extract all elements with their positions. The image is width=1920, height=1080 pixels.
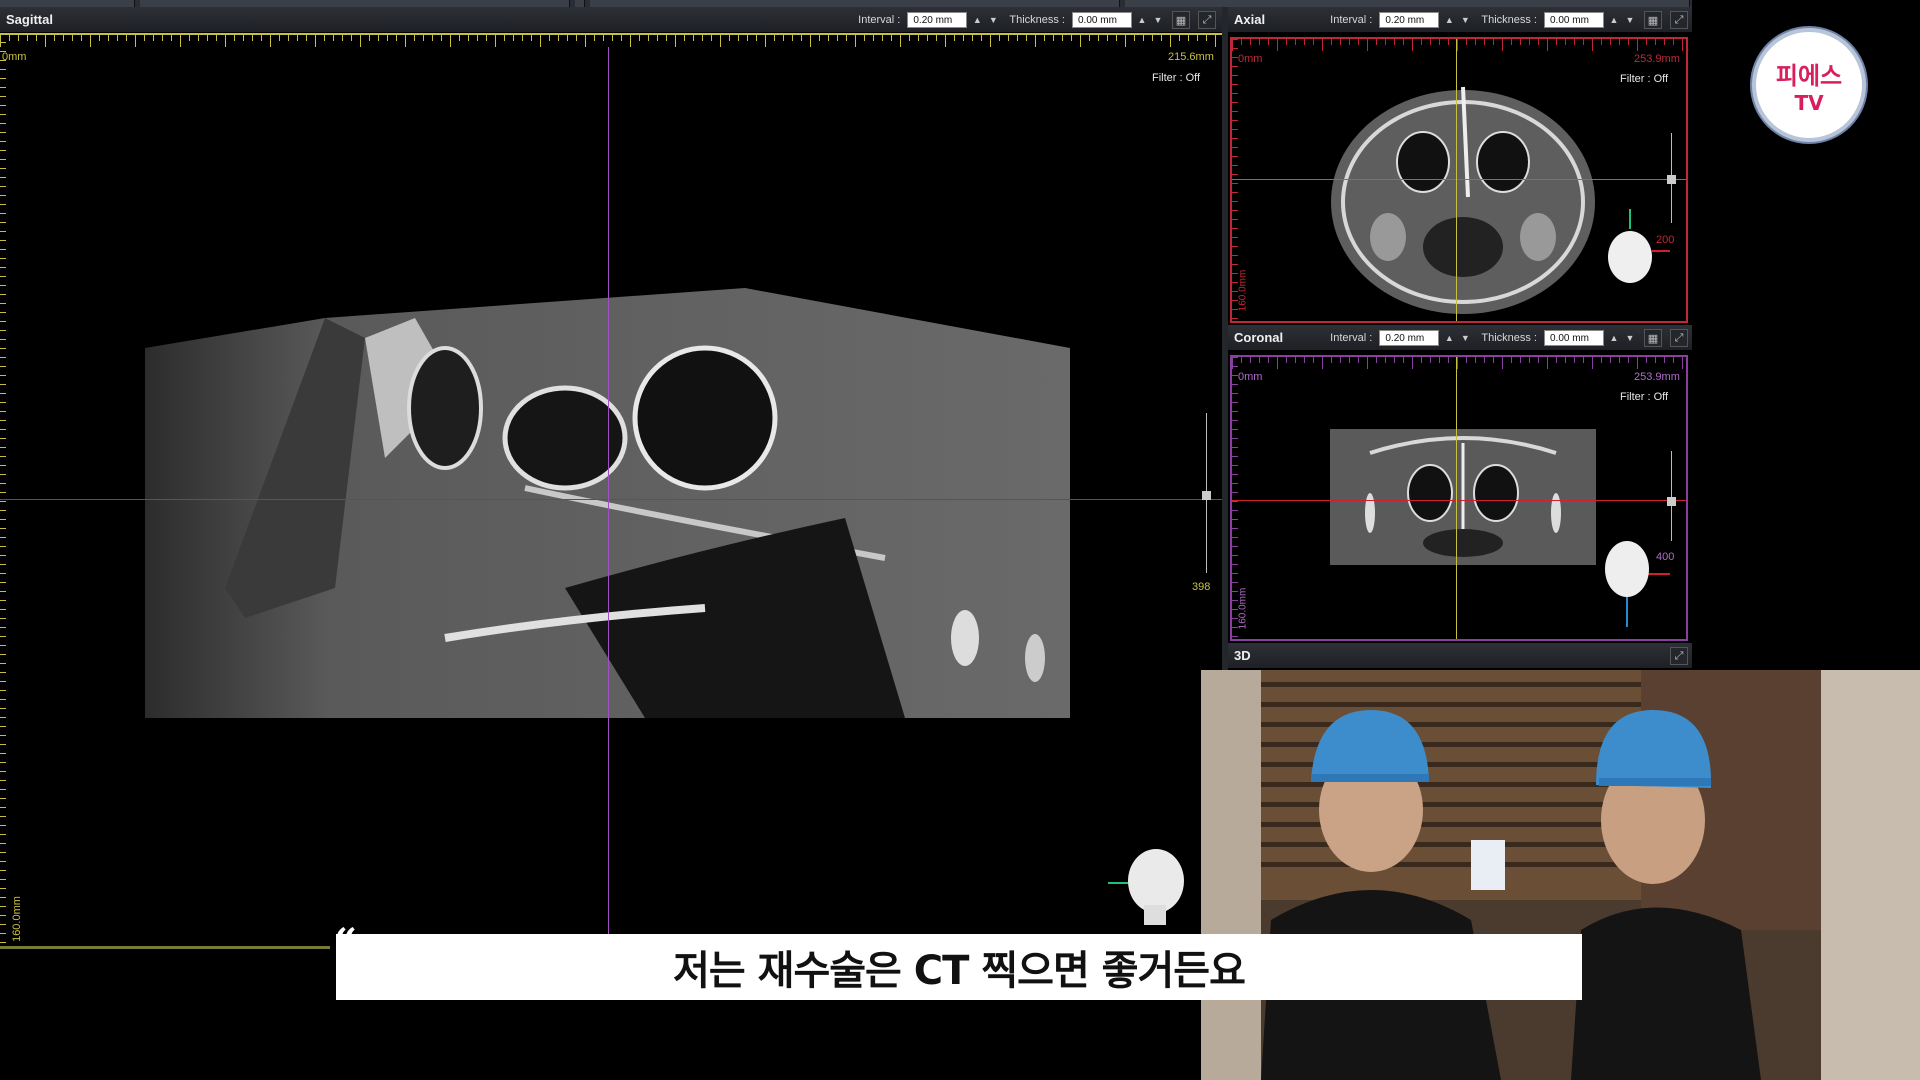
maximize-icon[interactable]: ⤢ (1670, 329, 1688, 347)
spin-up-icon[interactable]: ▲ (1608, 12, 1620, 28)
scale-start-label: 0mm (2, 51, 27, 63)
scale-end-label: 215.6mm (1168, 51, 1214, 63)
coronal-crosshair-horizontal (1232, 500, 1686, 501)
scale-side-label: 160.0mm (1237, 587, 1249, 630)
grid-icon[interactable]: ▦ (1644, 329, 1662, 347)
thickness-label: Thickness : (1481, 332, 1537, 344)
interval-input[interactable]: 0.20 mm (1379, 330, 1440, 346)
filter-status: Filter : Off (1620, 73, 1669, 85)
thickness-input[interactable]: 0.00 mm (1072, 12, 1132, 28)
three-d-controls: ⤢ (1666, 643, 1688, 669)
sagittal-crosshair-vertical (608, 47, 609, 947)
three-d-title: 3D (1234, 648, 1251, 663)
sagittal-header: Sagittal Interval : 0.20 mm ▲ ▼ Thicknes… (0, 7, 1222, 33)
sagittal-title: Sagittal (6, 12, 53, 27)
axial-ct-image (1331, 86, 1595, 314)
channel-logo: 피에스 TV (1752, 28, 1866, 142)
webcam-scene (1201, 670, 1920, 1080)
sagittal-panel[interactable]: Sagittal Interval : 0.20 mm ▲ ▼ Thicknes… (0, 7, 1222, 1080)
filter-status: Filter : Off (1620, 391, 1669, 403)
grid-icon[interactable]: ▦ (1172, 11, 1190, 29)
maximize-icon[interactable]: ⤢ (1670, 647, 1688, 665)
spin-down-icon[interactable]: ▼ (1624, 330, 1636, 346)
sagittal-controls: Interval : 0.20 mm ▲ ▼ Thickness : 0.00 … (852, 7, 1216, 33)
scale-end-label: 253.9mm (1634, 371, 1680, 383)
slice-slider-handle[interactable] (1667, 175, 1676, 184)
interval-label: Interval : (1330, 332, 1373, 344)
coronal-crosshair-vertical (1456, 357, 1457, 639)
coronal-view[interactable]: 0mm 253.9mm 160.0mm Filter : Off 400 (1230, 355, 1688, 641)
head-orientation-icon (1608, 209, 1670, 283)
spin-up-icon[interactable]: ▲ (971, 12, 983, 28)
axial-crosshair-horizontal (1232, 179, 1686, 180)
thickness-input[interactable]: 0.00 mm (1544, 330, 1604, 346)
axial-panel[interactable]: Axial Interval : 0.20 mm ▲ ▼ Thickness :… (1228, 7, 1692, 325)
head-orientation-icon (1605, 541, 1670, 627)
axial-controls: Interval : 0.20 mm ▲ ▼ Thickness : 0.00 … (1324, 7, 1688, 33)
spin-up-icon[interactable]: ▲ (1443, 12, 1455, 28)
coronal-title: Coronal (1234, 330, 1284, 345)
sagittal-crosshair-horizontal (0, 499, 1222, 500)
spin-up-icon[interactable]: ▲ (1443, 330, 1455, 346)
scale-start-label: 0mm (1238, 53, 1263, 65)
axial-view[interactable]: 0mm 253.9mm 160.0mm Filter : Off 200 (1230, 37, 1688, 323)
maximize-icon[interactable]: ⤢ (1670, 11, 1688, 29)
spin-down-icon[interactable]: ▼ (987, 12, 999, 28)
thickness-input[interactable]: 0.00 mm (1544, 12, 1604, 28)
grid-icon[interactable]: ▦ (1644, 11, 1662, 29)
window-top-strip (0, 0, 1692, 7)
interval-input[interactable]: 0.20 mm (907, 12, 968, 28)
slice-slider-handle[interactable] (1202, 491, 1211, 500)
logo-text-bottom: TV (1794, 90, 1824, 115)
scale-end-label: 253.9mm (1634, 53, 1680, 65)
spin-down-icon[interactable]: ▼ (1624, 12, 1636, 28)
subtitle-text: 저는 재수술은 CT 찍으면 좋거든요 (673, 948, 1246, 994)
subtitle-bar: 저는 재수술은 CT 찍으면 좋거든요 (336, 934, 1582, 1000)
interval-input[interactable]: 0.20 mm (1379, 12, 1440, 28)
sagittal-bottom-line (0, 946, 330, 949)
axial-crosshair-vertical (1456, 39, 1457, 321)
slice-slider[interactable] (1671, 451, 1672, 541)
three-d-panel[interactable]: 3D ⤢ (1228, 643, 1692, 670)
coronal-ruler-top (1232, 357, 1686, 371)
slice-number: 398 (1192, 581, 1211, 593)
maximize-icon[interactable]: ⤢ (1198, 11, 1216, 29)
coronal-controls: Interval : 0.20 mm ▲ ▼ Thickness : 0.00 … (1324, 325, 1688, 351)
head-orientation-icon (1108, 849, 1184, 925)
scale-side-label: 160.0mm (1237, 269, 1249, 312)
scale-start-label: 0mm (1238, 371, 1263, 383)
interval-label: Interval : (858, 14, 901, 26)
logo-text-top: 피에스 (1775, 61, 1843, 90)
sagittal-ruler-top (0, 33, 1222, 47)
coronal-header: Coronal Interval : 0.20 mm ▲ ▼ Thickness… (1228, 325, 1692, 351)
spin-down-icon[interactable]: ▼ (1459, 12, 1471, 28)
scale-side-label: 160.0mm (10, 896, 23, 942)
slice-slider-handle[interactable] (1667, 497, 1676, 506)
thickness-label: Thickness : (1009, 14, 1065, 26)
thickness-label: Thickness : (1481, 14, 1537, 26)
subtitle-close-quote-icon: ” (1556, 960, 1580, 1007)
axial-title: Axial (1234, 12, 1266, 27)
spin-down-icon[interactable]: ▼ (1152, 12, 1164, 28)
coronal-ct-image (1330, 429, 1596, 565)
spin-down-icon[interactable]: ▼ (1459, 330, 1471, 346)
webcam-video (1201, 670, 1920, 1080)
filter-status: Filter : Off (1152, 72, 1201, 84)
sagittal-ruler-left (0, 33, 14, 948)
spin-up-icon[interactable]: ▲ (1136, 12, 1148, 28)
axial-ruler-top (1232, 39, 1686, 53)
sagittal-view[interactable]: 0mm 215.6mm 160.0mm Filter : Off 398 (0, 33, 1222, 1080)
interval-label: Interval : (1330, 14, 1373, 26)
three-d-header: 3D ⤢ (1228, 643, 1692, 669)
spin-up-icon[interactable]: ▲ (1608, 330, 1620, 346)
axial-header: Axial Interval : 0.20 mm ▲ ▼ Thickness :… (1228, 7, 1692, 33)
coronal-panel[interactable]: Coronal Interval : 0.20 mm ▲ ▼ Thickness… (1228, 325, 1692, 643)
